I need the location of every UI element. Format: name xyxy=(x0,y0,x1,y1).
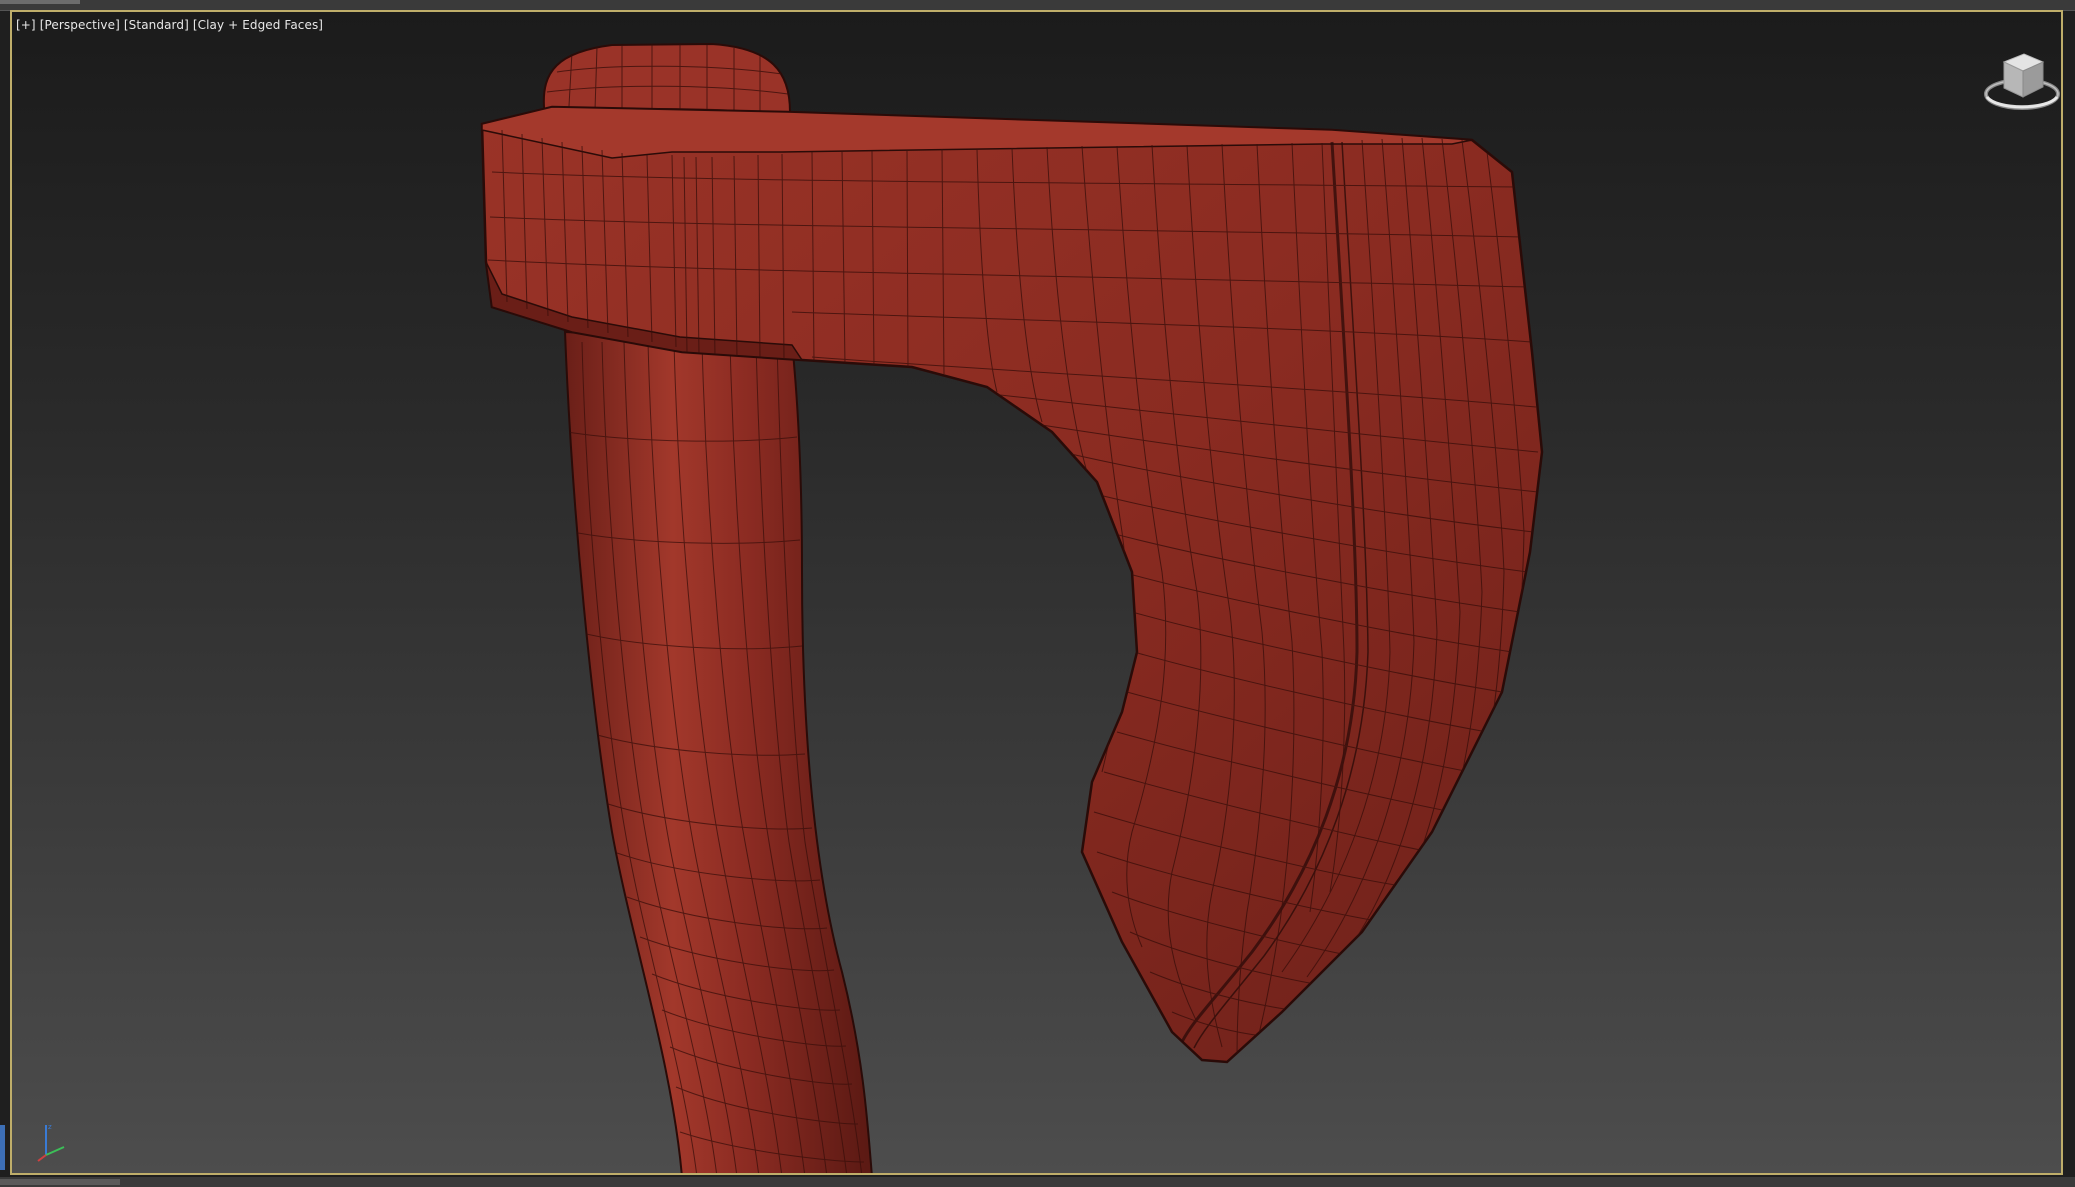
toolbar-tab[interactable] xyxy=(0,0,80,4)
axe-handle xyxy=(563,330,873,1173)
side-panel-marker xyxy=(0,1125,5,1170)
viewport-menu-plus[interactable]: [+] xyxy=(16,18,36,32)
bottom-status-strip xyxy=(0,1177,2075,1187)
viewport-shading-label[interactable]: [Clay + Edged Faces] xyxy=(193,18,323,32)
axe-model[interactable] xyxy=(12,12,2063,1175)
axis-tripod-icon: z xyxy=(37,1123,65,1162)
viewport-standard-label[interactable]: [Standard] xyxy=(124,18,189,32)
bottom-tab[interactable] xyxy=(0,1179,120,1185)
perspective-viewport[interactable]: [+] [Perspective] [Standard] [Clay + Edged … xyxy=(10,10,2063,1175)
svg-text:z: z xyxy=(48,1123,52,1131)
viewport-label: [+] [Perspective] [Standard] [Clay + Edged … xyxy=(16,18,327,32)
app-window: [+] [Perspective] [Standard] [Clay + Edged … xyxy=(0,0,2075,1187)
viewport-point-of-view-label[interactable]: [Perspective] xyxy=(40,18,120,32)
viewcube-icon[interactable] xyxy=(1977,42,2063,122)
